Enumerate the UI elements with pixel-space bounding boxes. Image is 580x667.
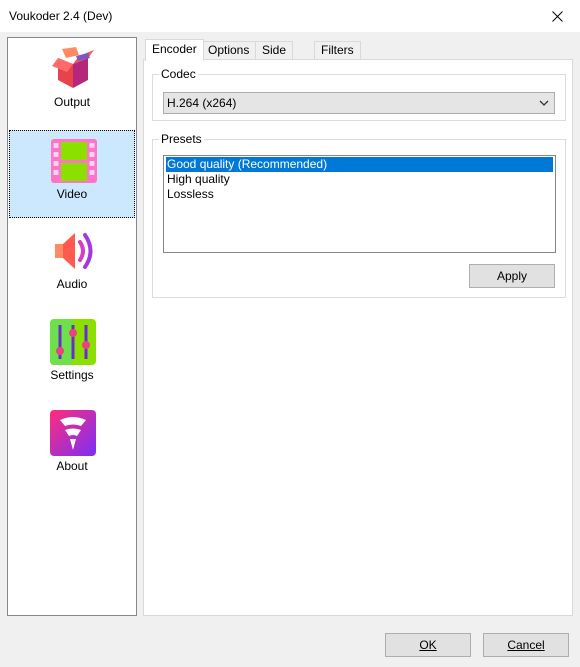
- tab-side-data[interactable]: Side data: [255, 41, 294, 74]
- audio-speaker-icon: [55, 233, 93, 269]
- sidebar-item-output[interactable]: Output: [9, 39, 135, 127]
- tab-label: Options: [208, 43, 250, 57]
- sidebar-item-about[interactable]: About: [9, 403, 135, 491]
- sidebar: Output Video Audio Settings About: [7, 37, 137, 616]
- tab-label: Filters: [321, 43, 354, 57]
- sidebar-item-label: Audio: [56, 277, 88, 291]
- title-bar: Voukoder 2.4 (Dev): [0, 0, 580, 32]
- sidebar-item-label: About: [56, 459, 88, 473]
- codec-dropdown[interactable]: H.264 (x264): [163, 92, 555, 114]
- output-box-icon: [52, 47, 94, 88]
- presets-group: Presets Good quality (Recommended) High …: [152, 132, 566, 298]
- codec-group-label: Codec: [159, 67, 198, 81]
- cancel-button[interactable]: Cancel: [483, 633, 569, 657]
- list-item[interactable]: Lossless: [166, 187, 553, 202]
- sidebar-item-video[interactable]: Video: [9, 130, 135, 218]
- sidebar-item-label: Settings: [50, 368, 94, 382]
- chevron-down-icon: [539, 100, 549, 106]
- sidebar-item-label: Output: [53, 95, 91, 109]
- video-film-icon: [51, 139, 97, 183]
- presets-list[interactable]: Good quality (Recommended) High quality …: [163, 155, 556, 253]
- list-item[interactable]: Good quality (Recommended): [166, 157, 553, 172]
- codec-selected-value: H.264 (x264): [167, 96, 237, 110]
- apply-button-label: Apply: [496, 269, 528, 283]
- codec-group: Codec H.264 (x264): [152, 67, 566, 121]
- encoder-panel: Codec H.264 (x264) Presets Good quality …: [143, 59, 573, 616]
- close-button[interactable]: [534, 0, 580, 32]
- sidebar-item-settings[interactable]: Settings: [9, 312, 135, 400]
- tab-filters[interactable]: Filters: [314, 41, 361, 60]
- apply-button[interactable]: Apply: [469, 264, 555, 288]
- presets-group-label: Presets: [159, 132, 204, 146]
- window-title: Voukoder 2.4 (Dev): [9, 9, 113, 23]
- list-item[interactable]: High quality: [166, 172, 553, 187]
- ok-button[interactable]: OK: [385, 633, 471, 657]
- tab-encoder[interactable]: Encoder: [145, 39, 204, 61]
- cancel-button-label: Cancel: [507, 638, 545, 652]
- sidebar-item-label: Video: [56, 187, 88, 201]
- about-logo-icon: [50, 410, 96, 456]
- tab-label: Encoder: [152, 42, 197, 56]
- settings-sliders-icon: [50, 319, 96, 365]
- sidebar-item-audio[interactable]: Audio: [9, 221, 135, 309]
- close-icon: [551, 10, 563, 22]
- ok-button-label: OK: [419, 638, 437, 652]
- tab-options[interactable]: Options: [201, 41, 257, 60]
